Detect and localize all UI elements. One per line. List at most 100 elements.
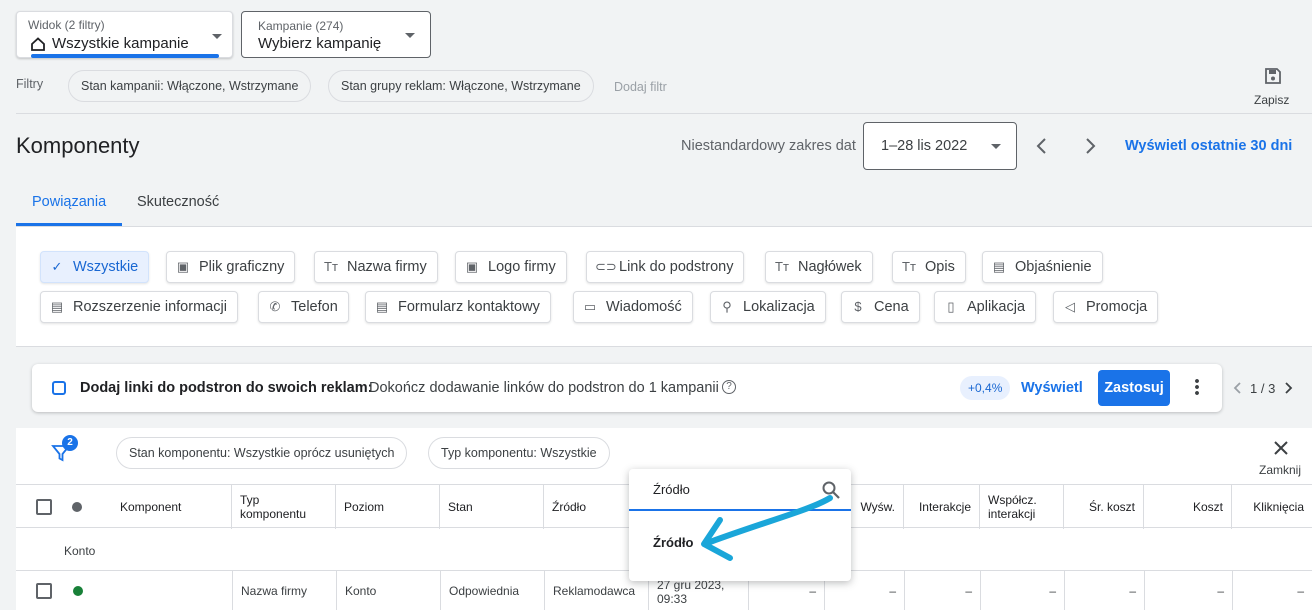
component-status-filter-chip[interactable]: Stan komponentu: Wszystkie oprócz usunię… — [116, 437, 408, 469]
header-divider — [16, 113, 1312, 114]
text-icon: Tт — [775, 259, 789, 274]
campaign-status-filter-chip[interactable]: Stan kampanii: Włączone, Wstrzymane — [68, 70, 312, 102]
campaigns-dropdown-label: Kampanie (274) — [258, 19, 344, 33]
uplift-badge: +0,4% — [960, 376, 1011, 400]
chevron-down-icon — [991, 144, 1001, 149]
more-vert-icon[interactable] — [1195, 378, 1199, 396]
type-filter-business-name[interactable]: Tт Nazwa firmy — [314, 251, 438, 283]
tab-performance[interactable]: Skuteczność — [137, 194, 219, 210]
filters-label: Filtry — [16, 77, 44, 91]
column-header-avg-cost[interactable]: Śr. koszt — [1064, 485, 1144, 529]
close-filters-button[interactable]: Zamknij — [1259, 463, 1301, 477]
type-filter-logo[interactable]: ▣ Logo firmy — [455, 251, 567, 283]
cell-interaction-rate: – — [980, 571, 1064, 610]
date-range-value: 1–28 lis 2022 — [881, 138, 968, 154]
tab-associations[interactable]: Powiązania — [32, 194, 106, 210]
type-filter-price[interactable]: $ Cena — [841, 291, 920, 323]
check-icon: ✓ — [51, 259, 63, 274]
type-filter-app[interactable]: ▯ Aplikacja — [934, 291, 1037, 323]
link-icon: ⊂⊃ — [595, 259, 617, 274]
cell-clicks: – — [1232, 571, 1312, 610]
type-filter-panel — [16, 226, 1312, 347]
chevron-left-icon[interactable] — [1233, 381, 1243, 395]
add-filter-button[interactable]: Dodaj filtr — [614, 80, 667, 94]
type-filter-message[interactable]: ▭ Wiadomość — [573, 291, 693, 323]
phone-icon: ✆ — [269, 299, 281, 314]
location-pin-icon: ⚲ — [722, 299, 732, 314]
campaigns-dropdown-value: Wybierz kampanię — [258, 35, 382, 52]
cell-status: Odpowiednia — [440, 571, 544, 610]
status-dot-header — [72, 502, 82, 512]
type-filter-description[interactable]: Tт Opis — [892, 251, 966, 283]
recommendation-title: Dodaj linki do podstron do swoich reklam… — [80, 380, 373, 396]
annotation-arrow-icon — [701, 495, 833, 561]
last-30-days-link[interactable]: Wyświetl ostatnie 30 dni — [1125, 138, 1292, 154]
cell-level: Konto — [336, 571, 440, 610]
type-filter-headline[interactable]: Tт Nagłówek — [765, 251, 873, 283]
type-filter-all[interactable]: ✓ Wszystkie — [40, 251, 150, 283]
column-header-interaction-rate[interactable]: Współcz. interakcji — [980, 485, 1064, 529]
view-dropdown-label: Widok (2 filtry) — [28, 18, 105, 32]
view-recommendation-button[interactable]: Wyświetl — [1021, 380, 1083, 396]
sitelink-recommendation-icon — [52, 381, 66, 395]
help-icon[interactable]: ? — [722, 380, 736, 394]
component-type-filter-chip[interactable]: Typ komponentu: Wszystkie — [428, 437, 610, 469]
campaigns-dropdown[interactable]: Kampanie (274) Wybierz kampanię — [241, 11, 431, 58]
document-icon: ▤ — [992, 259, 1006, 274]
save-button[interactable]: Zapisz — [1254, 93, 1289, 107]
column-search-result[interactable]: Źródło — [653, 535, 693, 550]
page-title: Komponenty — [16, 133, 140, 158]
form-icon: ▤ — [375, 299, 389, 314]
type-filter-phone[interactable]: ✆ Telefon — [258, 291, 349, 323]
text-icon: Tт — [324, 259, 338, 274]
type-filter-sitelink[interactable]: ⊂⊃ Link do podstrony — [586, 251, 745, 283]
mobile-icon: ▯ — [947, 299, 955, 314]
view-dropdown-value: Wszystkie kampanie — [52, 35, 189, 52]
column-header-clicks[interactable]: Kliknięcia — [1232, 485, 1312, 529]
date-range-label: Niestandardowy zakres dat — [681, 138, 856, 154]
column-header-component[interactable]: Komponent — [112, 485, 232, 529]
type-filter-lead-form[interactable]: ▤ Formularz kontaktowy — [365, 291, 551, 323]
cell-interactions: – — [904, 571, 980, 610]
view-dropdown[interactable]: Widok (2 filtry) Wszystkie kampanie — [16, 11, 233, 58]
adgroup-status-filter-chip[interactable]: Stan grupy reklam: Włączone, Wstrzymane — [328, 70, 594, 102]
cell-avg-cost: – — [1064, 571, 1144, 610]
type-filter-image[interactable]: ▣ Plik graficzny — [166, 251, 296, 283]
date-range-dropdown[interactable]: 1–28 lis 2022 — [863, 122, 1017, 170]
status-enabled-dot — [73, 586, 83, 596]
type-filter-callout[interactable]: ▤ Objaśnienie — [982, 251, 1103, 283]
view-underline — [31, 54, 219, 58]
column-header-level[interactable]: Poziom — [336, 485, 440, 529]
apply-button[interactable]: Zastosuj — [1098, 370, 1170, 406]
megaphone-icon: ◁ — [1065, 299, 1075, 314]
close-icon[interactable] — [1272, 439, 1290, 457]
image-icon: ▣ — [176, 259, 190, 274]
document-icon: ▤ — [50, 299, 64, 314]
column-header-status[interactable]: Stan — [440, 485, 544, 529]
recommendation-pager: 1 / 3 — [1250, 381, 1276, 396]
select-all-checkbox[interactable] — [36, 499, 52, 515]
chevron-right-icon[interactable] — [1283, 381, 1293, 395]
recommendation-text: Dokończ dodawanie linków do podstron do … — [369, 380, 719, 396]
column-header-type[interactable]: Typ komponentu — [232, 485, 336, 529]
type-filter-location[interactable]: ⚲ Lokalizacja — [710, 291, 826, 323]
cell-type: Nazwa firmy — [232, 571, 336, 610]
text-icon: Tт — [902, 259, 916, 274]
column-search-input-value: Źródło — [653, 482, 690, 497]
column-header-cost[interactable]: Koszt — [1144, 485, 1232, 529]
chevron-down-icon — [405, 33, 415, 38]
column-header-interactions[interactable]: Interakcje — [904, 485, 980, 529]
message-icon: ▭ — [583, 299, 597, 314]
home-icon — [31, 37, 45, 51]
row-checkbox[interactable] — [36, 583, 52, 599]
save-icon[interactable] — [1263, 66, 1283, 86]
filter-count-badge: 2 — [62, 435, 78, 451]
type-filter-promotion[interactable]: ◁ Promocja — [1053, 291, 1159, 323]
group-label: Konto — [64, 544, 96, 558]
cell-cost: – — [1144, 571, 1232, 610]
image-icon: ▣ — [465, 259, 479, 274]
type-filter-structured-snippet[interactable]: ▤ Rozszerzenie informacji — [40, 291, 238, 323]
price-icon: $ — [854, 299, 862, 314]
chevron-left-icon[interactable] — [1034, 137, 1050, 155]
chevron-right-icon[interactable] — [1082, 137, 1098, 155]
